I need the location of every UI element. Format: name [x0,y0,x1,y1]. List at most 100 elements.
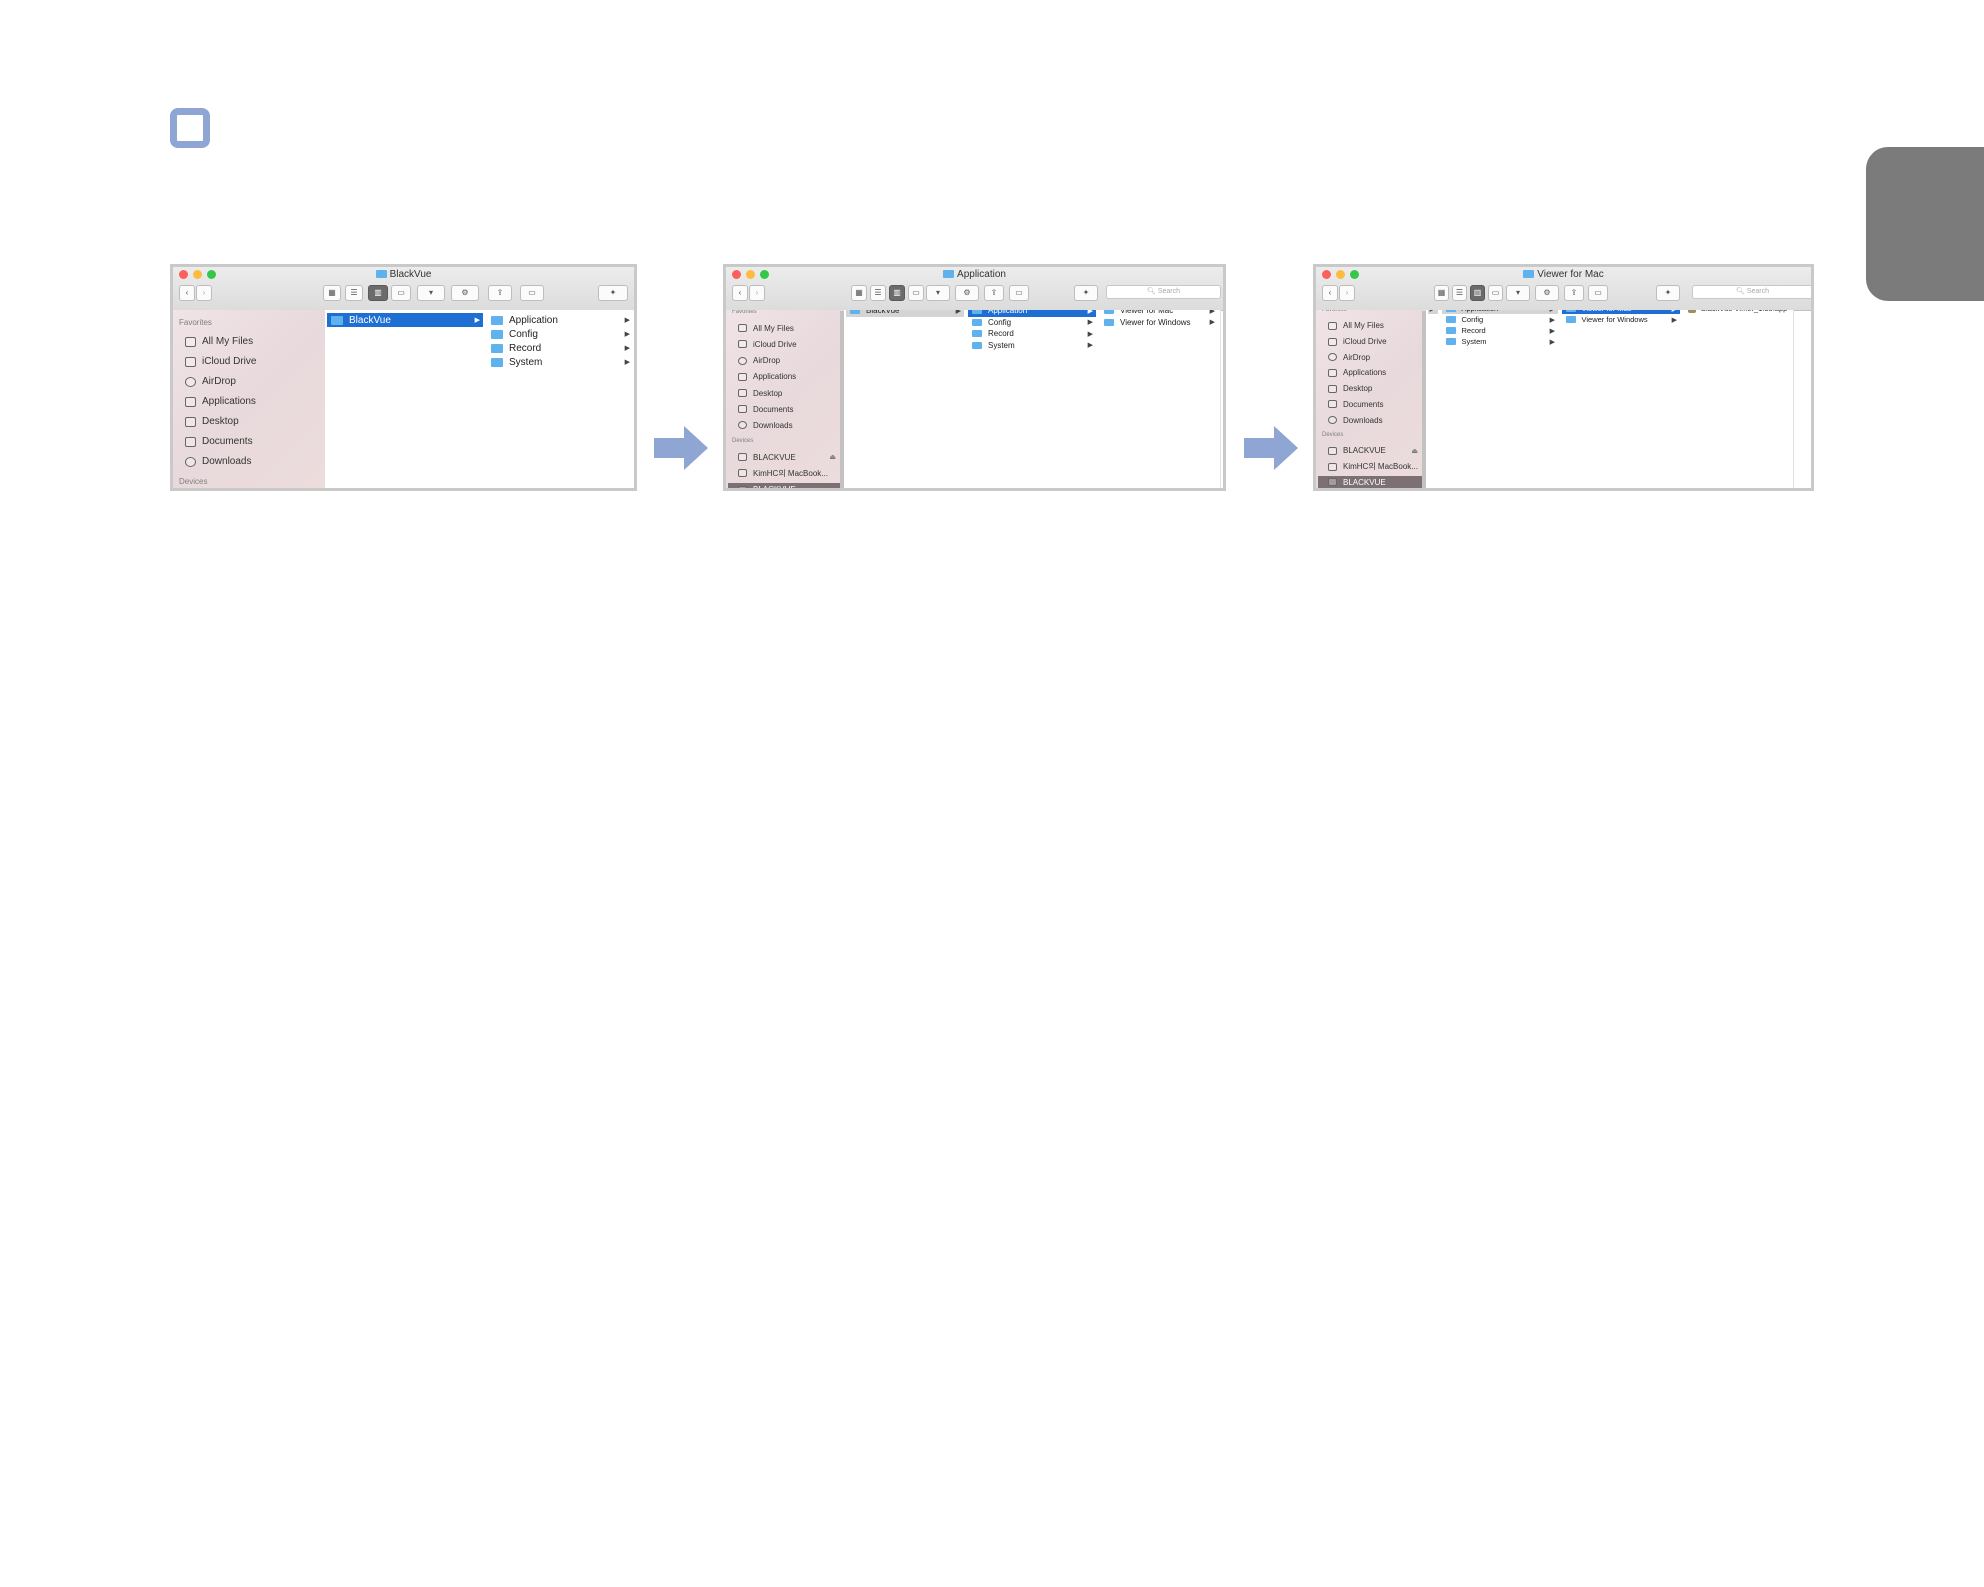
back-button[interactable]: ‹ [179,285,195,301]
item-label: System [988,340,1015,350]
tags-button[interactable]: ▭ [1009,285,1029,301]
search-input[interactable]: 🔍︎ Search [1692,285,1811,299]
sidebar-item-applications[interactable]: Applications [185,395,256,408]
folder-item[interactable]: System ▶ [1442,336,1558,347]
folder-item[interactable]: ▶ [1428,310,1438,314]
sidebar-item-desktop[interactable]: Desktop [185,415,239,428]
action-menu-button[interactable]: ⚙ [451,285,479,301]
view-icon-button[interactable]: ▦ [1434,285,1449,301]
view-icon-button[interactable]: ▦ [851,285,867,301]
item-label: Application [509,314,558,326]
folder-item[interactable]: Config ▶ [487,327,633,341]
view-list-button[interactable]: ☰ [1452,285,1467,301]
chevron-right-icon: ▶ [1209,310,1215,315]
sidebar-item-label: Documents [202,436,253,447]
share-button[interactable]: ⇪ [984,285,1004,301]
arrange-menu-button[interactable]: ▾ [926,285,950,301]
documents-icon [1328,400,1337,409]
sidebar-device-item[interactable]: BLACKVUE ⏏ [738,451,842,464]
tags-button[interactable]: ▭ [520,285,544,301]
forward-button[interactable]: › [196,285,212,301]
sidebar-item-airdrop[interactable]: AirDrop [738,355,780,366]
item-label: Record [509,342,542,354]
eject-icon[interactable]: ⏏ [829,453,836,461]
folder-item[interactable]: BlackVue ▶ [846,310,964,317]
sidebar-item-downloads[interactable]: Downloads [738,420,793,431]
folder-icon [1566,310,1576,312]
folder-item[interactable]: Record ▶ [487,341,633,355]
browser-column: Application ▶ Config ▶ Record ▶ System ▶ [485,310,634,488]
action-menu-button[interactable]: ⚙ [1535,285,1559,301]
chevron-right-icon: ▶ [955,310,961,315]
sidebar-item-icloud-drive[interactable]: iCloud Drive [1328,336,1387,347]
sidebar-item-downloads[interactable]: Downloads [185,455,251,468]
view-column-button[interactable]: ▥ [1470,285,1485,301]
view-list-button[interactable]: ☰ [870,285,886,301]
dropbox-button[interactable]: ✦ [1656,285,1680,301]
folder-item[interactable]: BlackVue ▶ [327,313,483,327]
sidebar-device-item[interactable]: BLACKVUE [1318,475,1424,488]
share-button[interactable]: ⇪ [1564,285,1584,301]
applications-icon [1328,368,1337,377]
folder-item[interactable]: Viewer for Windows ▶ [1100,317,1218,329]
view-icon-button[interactable]: ▦ [323,285,341,301]
sidebar-item-icloud-drive[interactable]: iCloud Drive [185,355,256,368]
sidebar-item-downloads[interactable]: Downloads [1328,415,1383,426]
sidebar-item-label: Applications [202,396,256,407]
sidebar-item-airdrop[interactable]: AirDrop [185,375,236,388]
sidebar-item-all-my-files[interactable]: All My Files [738,323,794,334]
sidebar-item-desktop[interactable]: Desktop [1328,383,1372,394]
item-label: System [1461,337,1487,346]
sidebar-item-applications[interactable]: Applications [1328,367,1386,378]
sidebar-device-item[interactable]: BLACKVUE [728,483,842,488]
folder-item[interactable]: System ▶ [487,355,633,369]
sidebar-item-label: All My Files [1343,321,1384,331]
sidebar-item-desktop[interactable]: Desktop [738,388,782,399]
sidebar-item-documents[interactable]: Documents [185,435,253,448]
dropbox-button[interactable]: ✦ [598,285,628,301]
back-button[interactable]: ‹ [1322,285,1338,301]
sidebar-item-documents[interactable]: Documents [738,404,793,415]
share-button[interactable]: ⇪ [488,285,512,301]
folder-item[interactable]: Application ▶ [487,313,633,327]
view-coverflow-button[interactable]: ▭ [391,285,411,301]
view-column-button[interactable]: ▥ [889,285,905,301]
tags-button[interactable]: ▭ [1588,285,1608,301]
folder-item[interactable]: System ▶ [968,340,1096,352]
downloads-icon [738,421,747,430]
search-input[interactable]: 🔍︎ Search [1106,285,1221,299]
folder-item[interactable]: Config ▶ [1442,314,1558,325]
folder-item[interactable]: Viewer for Windows ▶ [1562,314,1680,325]
eject-icon[interactable]: ⏏ [1411,447,1418,455]
folder-item[interactable]: Record ▶ [968,328,1096,340]
arrange-menu-button[interactable]: ▾ [417,285,445,301]
back-button[interactable]: ‹ [732,285,748,301]
forward-button[interactable]: › [749,285,765,301]
sidebar-device-label: BLACKVUE [753,452,796,462]
sidebar-item-label: Desktop [753,388,783,398]
forward-button[interactable]: › [1339,285,1355,301]
dropbox-button[interactable]: ✦ [1074,285,1098,301]
window-titlebar: Application ‹ › ▦ ☰ ▥ ▭ ▾ ⚙ ⇪ ▭ ✦ 🔍︎ Search [726,267,1223,311]
view-list-button[interactable]: ☰ [345,285,363,301]
sidebar-item-applications[interactable]: Applications [738,371,796,382]
folder-icon [1566,316,1576,323]
sidebar-device-item[interactable]: BLACKVUE ⏏ [1328,444,1424,457]
browser-column: BlackVue Vi...er_1.35.app [1682,310,1794,488]
chevron-right-icon: ▶ [1672,310,1677,313]
action-menu-button[interactable]: ⚙ [955,285,979,301]
folder-item[interactable]: Record ▶ [1442,325,1558,336]
view-coverflow-button[interactable]: ▭ [1488,285,1503,301]
sidebar-item-documents[interactable]: Documents [1328,399,1383,410]
sidebar-item-all-my-files[interactable]: All My Files [1328,320,1384,331]
sidebar-item-all-my-files[interactable]: All My Files [185,335,253,348]
sidebar-device-item[interactable]: KimHC의 MacBook... [738,467,842,480]
sidebar-item-airdrop[interactable]: AirDrop [1328,352,1370,363]
folder-item[interactable]: Config ▶ [968,317,1096,329]
view-coverflow-button[interactable]: ▭ [908,285,924,301]
sidebar-item-icloud-drive[interactable]: iCloud Drive [738,339,797,350]
sidebar-device-item[interactable]: KimHC의 MacBook... [1328,460,1424,473]
file-item[interactable]: BlackVue Vi...er_1.35.app [1684,310,1791,314]
arrange-menu-button[interactable]: ▾ [1506,285,1530,301]
view-column-button[interactable]: ▥ [368,285,388,301]
